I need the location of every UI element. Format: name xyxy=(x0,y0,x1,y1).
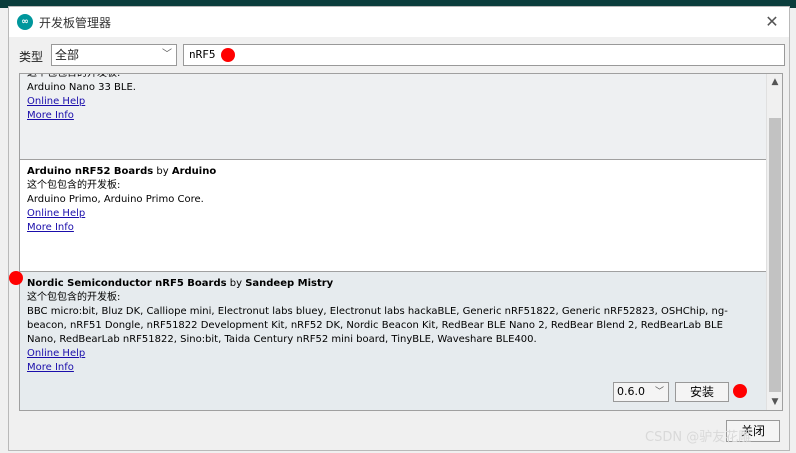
board-author: Sandeep Mistry xyxy=(245,278,334,289)
annotation-dot-item xyxy=(9,271,23,285)
scroll-thumb[interactable] xyxy=(769,118,781,392)
board-name: Nordic Semiconductor nRF5 Boards xyxy=(27,278,227,289)
online-help-link[interactable]: Online Help xyxy=(27,208,85,219)
search-input-value: nRF5 xyxy=(189,48,216,61)
chevron-down-icon: ﹀ xyxy=(162,49,172,60)
type-select-value: 全部 xyxy=(55,48,80,62)
board-item-selected[interactable]: Nordic Semiconductor nRF5 Boards by Sand… xyxy=(20,272,766,410)
more-info-link[interactable]: More Info xyxy=(27,222,74,233)
window-title: 开发板管理器 xyxy=(39,16,112,30)
board-by: by xyxy=(156,166,169,177)
scroll-down-icon[interactable]: ▼ xyxy=(767,394,782,410)
board-title: Arduino nRF52 Boards by Arduino xyxy=(27,165,766,179)
boards-text: Arduino Nano 33 BLE. xyxy=(27,82,136,93)
board-title: Nordic Semiconductor nRF5 Boards by Sand… xyxy=(27,277,766,291)
board-author: Arduino xyxy=(171,166,217,177)
scroll-up-icon[interactable]: ▲ xyxy=(767,74,782,90)
contains-label: 这个包包含的开发板: xyxy=(27,180,121,191)
filter-row: 类型 全部 ﹀ nRF5 xyxy=(19,44,785,68)
close-icon[interactable]: ✕ xyxy=(761,11,783,33)
type-select[interactable]: 全部 ﹀ xyxy=(51,44,177,66)
contains-label: 这个包包含的开发板: xyxy=(27,292,121,303)
board-item[interactable]: Arduino nRF52 Boards by Arduino 这个包包含的开发… xyxy=(20,160,766,272)
board-manager-window: ∞ 开发板管理器 ✕ 类型 全部 ﹀ nRF5 这个包包含的开发板: Ardui… xyxy=(8,6,790,451)
more-info-link[interactable]: More Info xyxy=(27,110,74,121)
chevron-down-icon: ﹀ xyxy=(654,387,664,397)
more-info-link[interactable]: More Info xyxy=(27,362,74,373)
online-help-link[interactable]: Online Help xyxy=(27,96,85,107)
install-button[interactable]: 安装 xyxy=(675,382,729,402)
watermark-text: CSDN @驴友花雕 xyxy=(645,430,752,445)
version-value: 0.6.0 xyxy=(617,385,645,398)
board-item[interactable]: 这个包包含的开发板: Arduino Nano 33 BLE. Online H… xyxy=(20,74,766,160)
search-input[interactable]: nRF5 xyxy=(183,44,785,66)
boards-text: Arduino Primo, Arduino Primo Core. xyxy=(27,194,204,205)
boards-text: BBC micro:bit, Bluz DK, Calliope mini, E… xyxy=(27,306,728,345)
type-label: 类型 xyxy=(19,50,44,64)
annotation-dot-install xyxy=(733,384,747,398)
version-select[interactable]: 0.6.0 ﹀ xyxy=(613,382,669,402)
title-bar: ∞ 开发板管理器 ✕ xyxy=(9,7,789,37)
board-name: Arduino nRF52 Boards xyxy=(27,166,154,177)
list-scrollbar[interactable]: ▲ ▼ xyxy=(766,74,782,410)
contains-label: 这个包包含的开发板: xyxy=(27,73,121,79)
annotation-dot-search xyxy=(221,48,235,62)
board-list[interactable]: 这个包包含的开发板: Arduino Nano 33 BLE. Online H… xyxy=(19,73,783,411)
online-help-link[interactable]: Online Help xyxy=(27,348,85,359)
board-by: by xyxy=(229,278,243,289)
arduino-icon: ∞ xyxy=(17,14,33,30)
